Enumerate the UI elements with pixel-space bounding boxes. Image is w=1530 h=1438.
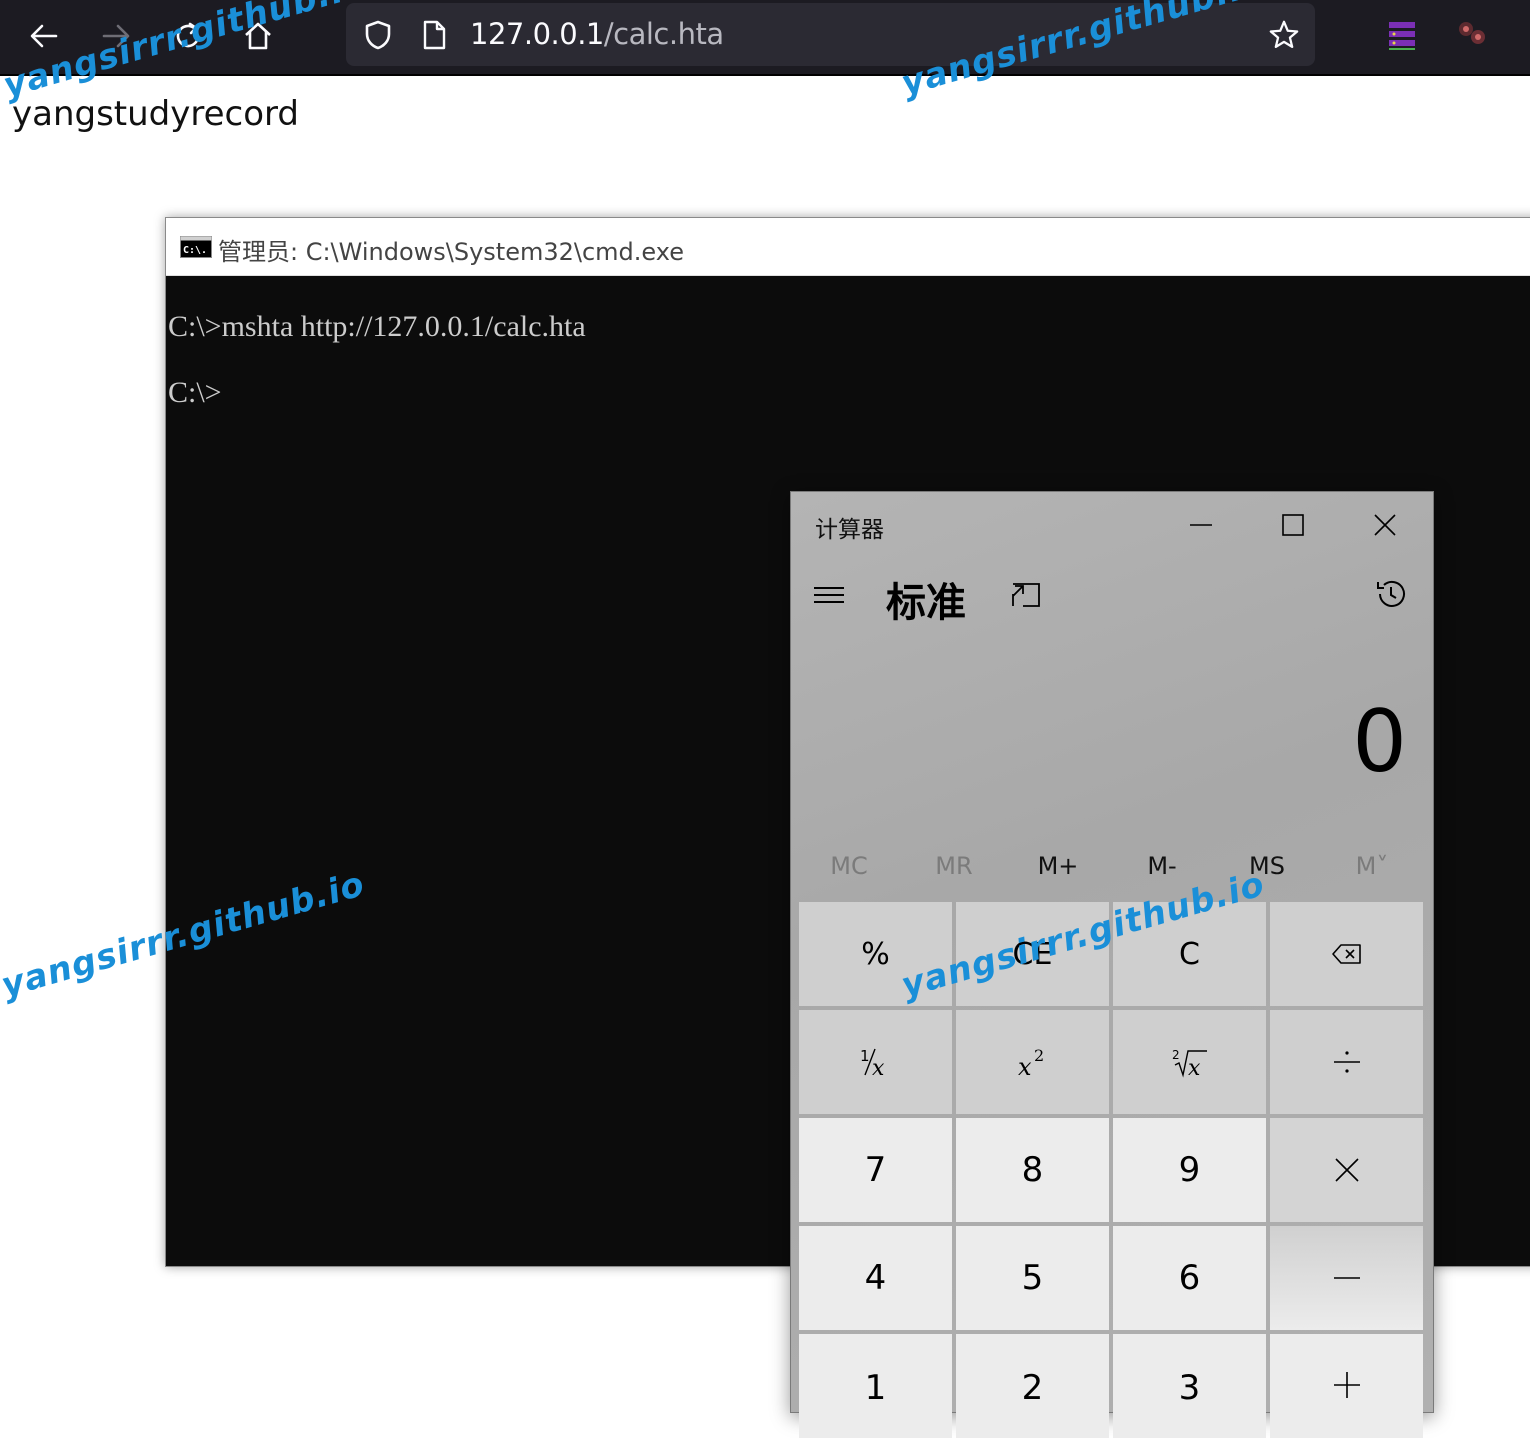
reciprocal-icon: 1x [860, 1047, 885, 1079]
url-host: 127.0.0.1 [470, 17, 604, 51]
forward-button[interactable] [94, 14, 138, 58]
page-icon [418, 19, 450, 51]
plus-icon [1333, 1372, 1360, 1398]
menu-button[interactable] [811, 580, 851, 610]
url-text[interactable]: 127.0.0.1/calc.hta [470, 17, 724, 51]
svg-text:x: x [872, 1056, 885, 1079]
digit-9-button[interactable]: 9 [1113, 1118, 1266, 1222]
square-icon: x2 [1018, 1046, 1044, 1079]
square-button[interactable]: x2 [956, 1010, 1109, 1114]
reload-icon [176, 22, 200, 48]
digit-5-label: 5 [1021, 1258, 1044, 1298]
digit-6-button[interactable]: 6 [1113, 1226, 1266, 1330]
add-button[interactable] [1270, 1334, 1423, 1438]
close-icon [1374, 514, 1396, 536]
cmd-icon: C:\. [180, 236, 212, 258]
calculator-display: 0 [1352, 692, 1407, 792]
url-bar[interactable]: 127.0.0.1/calc.hta [346, 3, 1315, 66]
url-path: /calc.hta [603, 17, 724, 51]
digit-8-button[interactable]: 8 [956, 1118, 1109, 1222]
calculator-title: 计算器 [815, 517, 884, 543]
clear-entry-button[interactable]: CE [956, 902, 1109, 1006]
minimize-icon [1190, 524, 1212, 526]
digit-1-button[interactable]: 1 [799, 1334, 952, 1438]
percent-button[interactable]: % [799, 902, 952, 1006]
digit-4-button[interactable]: 4 [799, 1226, 952, 1330]
svg-text:2: 2 [1172, 1048, 1180, 1062]
svg-text:x: x [1188, 1056, 1201, 1079]
subtract-button[interactable] [1270, 1226, 1423, 1330]
cmd-icon-label: C:\. [183, 245, 207, 256]
mode-title: 标准 [886, 580, 966, 626]
calculator-window[interactable]: 计算器 标准 0 MC MR M+ M- MS M˅ % CE C 1x x2 … [790, 491, 1434, 1438]
clear-label: C [1179, 936, 1200, 972]
keep-on-top-icon [1012, 583, 1040, 607]
history-icon [1377, 580, 1405, 607]
memory-recall-button[interactable]: MR [904, 852, 1004, 880]
reciprocal-button[interactable]: 1x [799, 1010, 952, 1114]
back-button[interactable] [22, 14, 66, 58]
percent-label: % [861, 936, 890, 972]
digit-3-label: 3 [1178, 1368, 1201, 1408]
extension-circles-icon[interactable] [1454, 17, 1490, 53]
cmd-title-text: 管理员: C:\Windows\System32\cmd.exe [218, 238, 684, 266]
svg-text:2: 2 [1034, 1046, 1044, 1065]
divide-icon [1333, 1051, 1360, 1073]
arrow-left-icon [30, 24, 58, 48]
divide-button[interactable] [1270, 1010, 1423, 1114]
keep-on-top-button[interactable] [1009, 578, 1049, 612]
memory-subtract-button[interactable]: M- [1112, 852, 1212, 880]
cmd-output-line: C:\>mshta http://127.0.0.1/calc.hta [168, 310, 586, 343]
digit-2-label: 2 [1021, 1368, 1044, 1408]
maximize-button[interactable] [1263, 502, 1323, 548]
clear-button[interactable]: C [1113, 902, 1266, 1006]
digit-3-button[interactable]: 3 [1113, 1334, 1266, 1438]
page-body-text: yangstudyrecord [12, 94, 299, 134]
extension-server-icon[interactable] [1384, 17, 1420, 53]
clear-entry-label: CE [1012, 936, 1053, 972]
cmd-prompt-line[interactable]: C:\> [168, 376, 222, 410]
digit-5-button[interactable]: 5 [956, 1226, 1109, 1330]
home-button[interactable] [236, 14, 280, 58]
close-button[interactable] [1355, 502, 1415, 548]
digit-7-label: 7 [864, 1150, 887, 1190]
digit-1-label: 1 [864, 1368, 887, 1408]
cmd-titlebar[interactable]: C:\. 管理员: C:\Windows\System32\cmd.exe [166, 218, 1530, 276]
digit-2-button[interactable]: 2 [956, 1334, 1109, 1438]
arrow-right-icon [102, 24, 130, 48]
bookmark-star-icon[interactable] [1268, 19, 1300, 51]
shield-icon[interactable] [362, 19, 394, 51]
backspace-icon [1331, 944, 1361, 964]
memory-add-button[interactable]: M+ [1008, 852, 1108, 880]
memory-clear-button[interactable]: MC [799, 852, 899, 880]
history-button[interactable] [1373, 576, 1413, 616]
browser-toolbar: 127.0.0.1/calc.hta [0, 0, 1530, 76]
multiply-button[interactable] [1270, 1118, 1423, 1222]
memory-list-button[interactable]: M˅ [1322, 852, 1422, 880]
digit-4-label: 4 [864, 1258, 887, 1298]
reload-button[interactable] [166, 14, 210, 58]
minus-icon [1333, 1277, 1360, 1279]
minimize-button[interactable] [1171, 502, 1231, 548]
square-root-icon: 2x [1172, 1048, 1207, 1079]
square-root-button[interactable]: 2x [1113, 1010, 1266, 1114]
hamburger-icon [814, 587, 844, 603]
maximize-icon [1282, 514, 1304, 536]
digit-8-label: 8 [1021, 1150, 1044, 1190]
backspace-button[interactable] [1270, 902, 1423, 1006]
svg-text:1: 1 [860, 1047, 870, 1065]
digit-9-label: 9 [1178, 1150, 1201, 1190]
digit-7-button[interactable]: 7 [799, 1118, 952, 1222]
svg-text:x: x [1018, 1053, 1032, 1079]
home-icon [245, 22, 271, 50]
digit-6-label: 6 [1178, 1258, 1201, 1298]
memory-store-button[interactable]: MS [1217, 852, 1317, 880]
multiply-icon [1334, 1158, 1359, 1182]
